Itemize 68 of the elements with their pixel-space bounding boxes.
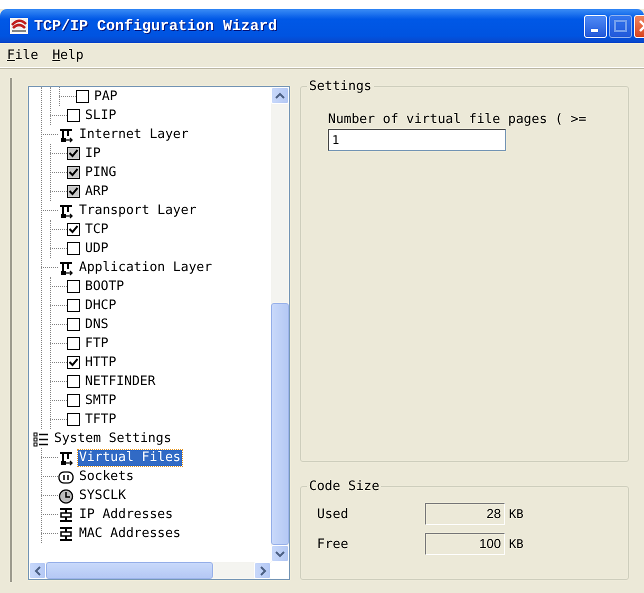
checkbox[interactable] [67, 299, 80, 312]
scroll-down-button[interactable] [271, 545, 289, 562]
checkbox[interactable] [67, 109, 80, 122]
checkbox[interactable] [67, 375, 80, 388]
checkbox[interactable] [76, 90, 89, 103]
layer-icon [58, 450, 74, 466]
scroll-thumb[interactable] [46, 562, 213, 579]
field-label: Number of virtual file pages ( >= [328, 112, 588, 127]
checkbox[interactable] [67, 242, 80, 255]
tree-item[interactable]: FTP [84, 336, 110, 352]
tree-item[interactable]: UDP [84, 240, 110, 256]
unit-label: KB [509, 537, 524, 551]
layer-icon [58, 260, 74, 276]
caret-icon [275, 92, 285, 100]
minimize-icon [590, 29, 598, 32]
checkbox[interactable] [67, 280, 80, 293]
checkbox[interactable] [67, 413, 80, 426]
tree-item[interactable]: System Settings [53, 430, 172, 446]
clock-icon [58, 488, 74, 504]
tree-item[interactable]: Sockets [78, 468, 135, 484]
scroll-up-button[interactable] [271, 87, 289, 104]
scroll-left-button[interactable] [29, 562, 46, 579]
caret-icon [34, 566, 42, 576]
vertical-scrollbar[interactable] [271, 87, 289, 562]
tree-item[interactable]: DNS [84, 316, 110, 332]
list-icon [33, 430, 49, 446]
horizontal-scrollbar[interactable] [29, 562, 271, 579]
readonly-field: 28 [425, 503, 505, 525]
tree-item[interactable]: Virtual Files [78, 450, 182, 466]
layer-icon [58, 126, 74, 142]
field-label: Free [317, 536, 350, 552]
tree-item[interactable]: Internet Layer [78, 126, 190, 142]
group-title: Settings [307, 79, 374, 94]
window-title: TCP/IP Configuration Wizard [34, 18, 278, 34]
tree-item[interactable]: TFTP [84, 412, 118, 428]
unit-label: KB [509, 507, 524, 521]
network-icon [58, 526, 74, 542]
tree-item[interactable]: TCP [84, 222, 110, 238]
maximize-button[interactable] [609, 14, 632, 38]
checkbox[interactable] [67, 223, 80, 236]
tree-item[interactable]: NETFINDER [84, 374, 156, 390]
tree-item[interactable]: SLIP [84, 108, 118, 124]
input-field[interactable]: 1 [328, 129, 506, 151]
menu-item[interactable]: Help [52, 48, 84, 62]
tree-item[interactable]: MAC Addresses [78, 526, 182, 542]
network-icon [58, 506, 74, 522]
menu-item[interactable]: File [7, 48, 38, 62]
tree-item[interactable]: SMTP [84, 392, 118, 408]
tree-item[interactable]: HTTP [84, 354, 118, 370]
checkbox[interactable] [67, 356, 80, 369]
tree-item[interactable]: DHCP [84, 298, 118, 314]
minimize-button[interactable] [584, 14, 607, 38]
checkbox[interactable] [67, 318, 80, 331]
tree-item[interactable]: BOOTP [84, 278, 126, 294]
tree-item[interactable]: IP Addresses [78, 506, 174, 522]
checkbox[interactable] [67, 394, 80, 407]
tree-item[interactable]: Transport Layer [78, 202, 198, 218]
checkbox[interactable] [67, 337, 80, 350]
field-label: Used [317, 506, 350, 522]
layer-icon [58, 202, 74, 218]
scroll-thumb[interactable] [271, 303, 289, 545]
tree-item[interactable]: SYSCLK [78, 488, 127, 504]
socket-icon [58, 468, 74, 484]
readonly-field: 100 [425, 533, 505, 555]
app-logo-icon [10, 18, 28, 34]
scroll-right-button[interactable] [254, 562, 271, 579]
tree-item[interactable]: PAP [93, 88, 118, 104]
tree-item[interactable]: Application Layer [78, 260, 214, 276]
